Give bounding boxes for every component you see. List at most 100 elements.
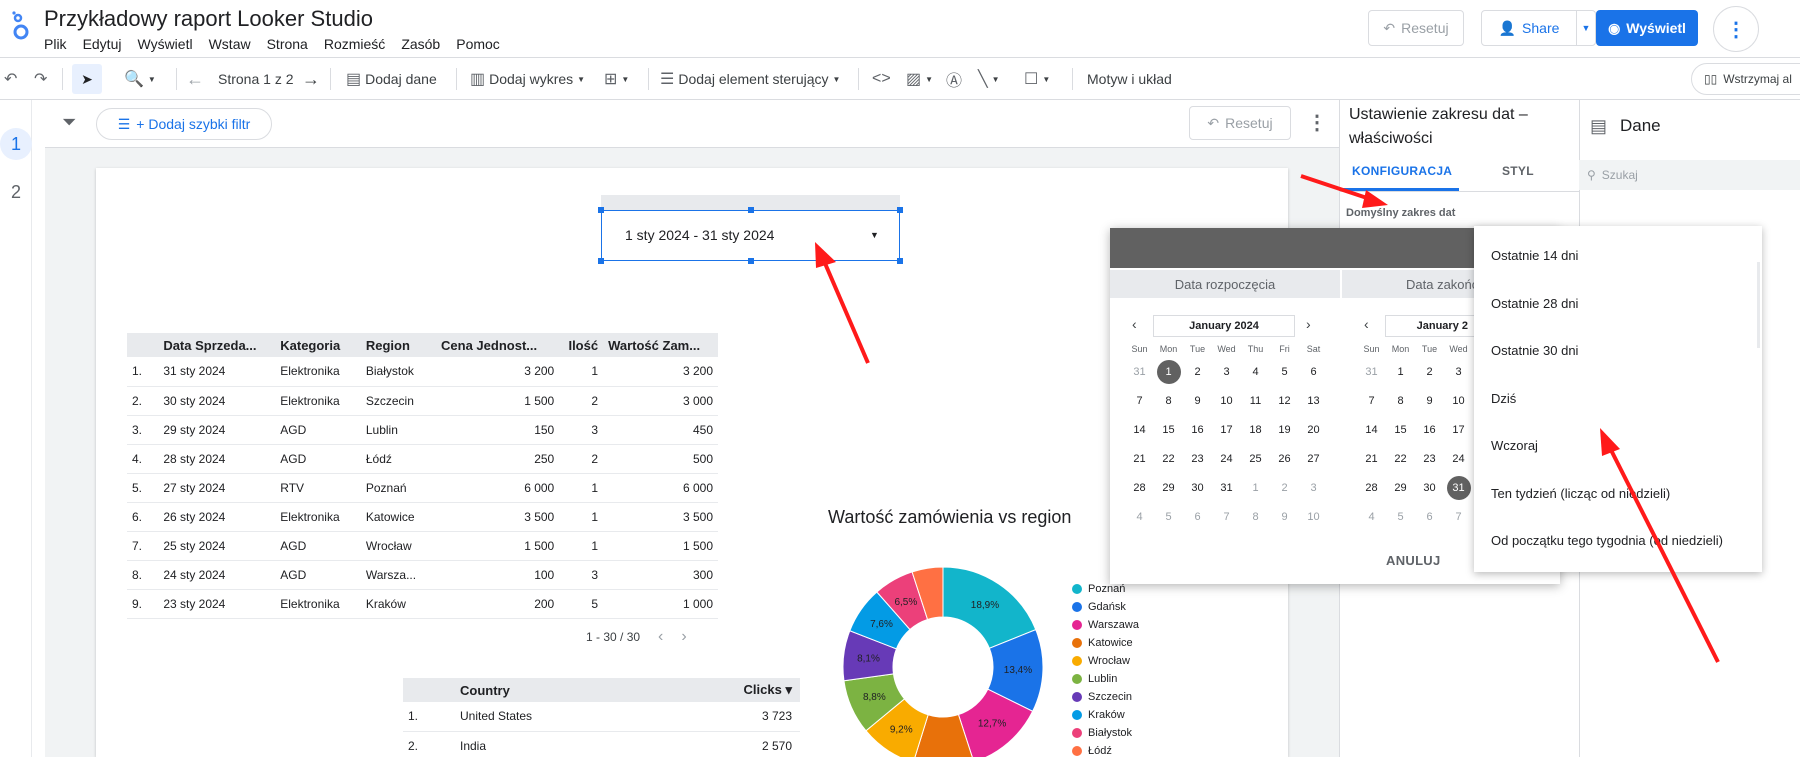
calendar-day[interactable]: 27 bbox=[1299, 445, 1328, 474]
legend-item[interactable]: Wrocław bbox=[1072, 652, 1139, 670]
calendar-day[interactable]: 25 bbox=[1241, 445, 1270, 474]
view-button[interactable]: ◉ Wyświetl bbox=[1596, 10, 1698, 46]
start-month-selector[interactable]: January 2024 bbox=[1153, 315, 1295, 337]
looker-studio-logo-icon[interactable] bbox=[10, 10, 32, 42]
share-button[interactable]: 👤 Share bbox=[1481, 10, 1577, 46]
menu-page[interactable]: Strona bbox=[259, 36, 316, 52]
calendar-day[interactable]: 28 bbox=[1125, 474, 1154, 503]
calendar-day[interactable]: 31 bbox=[1212, 474, 1241, 503]
column-header[interactable]: Clicks ▾ bbox=[652, 678, 800, 702]
calendar-day[interactable]: 7 bbox=[1357, 387, 1386, 416]
menu-view[interactable]: Wyświetl bbox=[129, 36, 200, 52]
table-row[interactable]: 8. 24 sty 2024 AGD Warsza... 100 3 300 bbox=[127, 560, 718, 590]
calendar-day[interactable]: 22 bbox=[1386, 445, 1415, 474]
calendar-day[interactable]: 24 bbox=[1212, 445, 1241, 474]
calendar-day[interactable]: 28 bbox=[1357, 474, 1386, 503]
calendar-day[interactable]: 17 bbox=[1444, 416, 1473, 445]
resize-handle[interactable] bbox=[748, 207, 754, 213]
column-header[interactable]: Country bbox=[455, 678, 653, 702]
legend-item[interactable]: Kraków bbox=[1072, 706, 1139, 724]
calendar-day[interactable]: 3 bbox=[1212, 358, 1241, 387]
calendar-day[interactable]: 20 bbox=[1299, 416, 1328, 445]
calendar-day[interactable]: 2 bbox=[1270, 474, 1299, 503]
preset-option[interactable]: Od początku tego tygodnia (od niedzieli) bbox=[1491, 533, 1723, 548]
calendar-day[interactable]: 8 bbox=[1386, 387, 1415, 416]
resize-handle[interactable] bbox=[598, 258, 604, 264]
calendar-day[interactable]: 6 bbox=[1183, 503, 1212, 532]
next-page-button[interactable]: → bbox=[302, 58, 320, 100]
resize-handle[interactable] bbox=[598, 207, 604, 213]
preset-option[interactable]: Ostatnie 14 dni bbox=[1491, 248, 1578, 263]
calendar-day[interactable]: 4 bbox=[1357, 503, 1386, 532]
table-row[interactable]: 2. 30 sty 2024 Elektronika Szczecin 1 500 2 3 … bbox=[127, 386, 718, 416]
resize-handle[interactable] bbox=[897, 258, 903, 264]
calendar-day[interactable]: 15 bbox=[1386, 416, 1415, 445]
calendar-day[interactable]: 13 bbox=[1299, 387, 1328, 416]
calendar-day[interactable]: 30 bbox=[1183, 474, 1212, 503]
selected-day[interactable]: 1 bbox=[1154, 358, 1183, 387]
undo-button[interactable]: ↶ bbox=[4, 58, 17, 100]
tab-style[interactable]: STYL bbox=[1502, 164, 1534, 178]
calendar-day[interactable]: 19 bbox=[1270, 416, 1299, 445]
table-row[interactable]: 6. 26 sty 2024 Elektronika Katowice 3 500 1 3 … bbox=[127, 502, 718, 532]
cancel-button[interactable]: ANULUJ bbox=[1386, 553, 1441, 568]
page-1-button[interactable]: 1 bbox=[0, 128, 32, 160]
calendar-day[interactable]: 30 bbox=[1415, 474, 1444, 503]
table-row[interactable]: 3. 29 sty 2024 AGD Lublin 150 3 450 bbox=[127, 415, 718, 445]
redo-button[interactable]: ↷ bbox=[34, 58, 47, 100]
calendar-day[interactable]: 18 bbox=[1241, 416, 1270, 445]
column-header[interactable]: Ilość bbox=[559, 333, 604, 357]
table-row[interactable]: 9. 23 sty 2024 Elektronika Kraków 200 5 1 000 bbox=[127, 589, 718, 619]
preset-option[interactable]: Wczoraj bbox=[1491, 438, 1538, 453]
calendar-day[interactable]: 9 bbox=[1415, 387, 1444, 416]
shape-button[interactable]: ☐ ▼ bbox=[1024, 58, 1050, 100]
chevron-left-icon[interactable]: ‹ bbox=[1364, 316, 1369, 332]
line-button[interactable]: ╲ ▼ bbox=[978, 58, 1000, 100]
calendar-day[interactable]: 15 bbox=[1154, 416, 1183, 445]
calendar-day[interactable]: 6 bbox=[1299, 358, 1328, 387]
add-quick-filter-button[interactable]: ☰ + Dodaj szybki filtr bbox=[96, 108, 272, 140]
preset-option[interactable]: Ostatnie 30 dni bbox=[1491, 343, 1578, 358]
calendar-day[interactable]: 4 bbox=[1125, 503, 1154, 532]
calendar-day[interactable]: 17 bbox=[1212, 416, 1241, 445]
calendar-day[interactable]: 16 bbox=[1183, 416, 1212, 445]
chevron-right-icon[interactable]: › bbox=[681, 628, 686, 646]
add-control-button[interactable]: ☰ Dodaj element sterujący ▼ bbox=[660, 58, 840, 100]
calendar-day[interactable]: 5 bbox=[1270, 358, 1299, 387]
legend-item[interactable]: Łódź bbox=[1072, 742, 1139, 757]
table-row[interactable]: 7. 25 sty 2024 AGD Wrocław 1 500 1 1 500 bbox=[127, 531, 718, 561]
legend-item[interactable]: Warszawa bbox=[1072, 616, 1139, 634]
preset-option[interactable]: Dziś bbox=[1491, 391, 1516, 406]
table-row[interactable]: 4. 28 sty 2024 AGD Łódź 250 2 500 bbox=[127, 444, 718, 474]
calendar-day[interactable]: 16 bbox=[1415, 416, 1444, 445]
calendar-day[interactable]: 26 bbox=[1270, 445, 1299, 474]
calendar-day[interactable]: 3 bbox=[1299, 474, 1328, 503]
legend-item[interactable]: Lublin bbox=[1072, 670, 1139, 688]
dropdown-scrollbar[interactable] bbox=[1757, 262, 1760, 348]
calendar-day[interactable]: 22 bbox=[1154, 445, 1183, 474]
calendar-day[interactable]: 9 bbox=[1183, 387, 1212, 416]
calendar-day[interactable]: 31 bbox=[1125, 358, 1154, 387]
menu-file[interactable]: Plik bbox=[44, 36, 75, 52]
previous-page-button[interactable]: ← bbox=[186, 58, 204, 100]
add-data-button[interactable]: ▤ Dodaj dane bbox=[346, 58, 437, 100]
calendar-day[interactable]: 7 bbox=[1125, 387, 1154, 416]
calendar-day[interactable]: 6 bbox=[1415, 503, 1444, 532]
calendar-day[interactable]: 10 bbox=[1444, 387, 1473, 416]
calendar-day[interactable]: 5 bbox=[1386, 503, 1415, 532]
menu-edit[interactable]: Edytuj bbox=[75, 36, 130, 52]
calendar-day[interactable]: 2 bbox=[1415, 358, 1444, 387]
legend-item[interactable]: Gdańsk bbox=[1072, 598, 1139, 616]
calendar-day[interactable]: 2 bbox=[1183, 358, 1212, 387]
calendar-day[interactable]: 29 bbox=[1154, 474, 1183, 503]
calendar-day[interactable]: 8 bbox=[1154, 387, 1183, 416]
table-row[interactable]: 5. 27 sty 2024 RTV Poznań 6 000 1 6 000 bbox=[127, 473, 718, 503]
calendar-day[interactable]: 7 bbox=[1444, 503, 1473, 532]
resize-handle[interactable] bbox=[748, 258, 754, 264]
theme-layout-button[interactable]: Motyw i układ bbox=[1087, 58, 1172, 100]
calendar-day[interactable]: 14 bbox=[1125, 416, 1154, 445]
share-dropdown-button[interactable]: ▼ bbox=[1576, 10, 1596, 46]
select-tool-button[interactable]: ➤ bbox=[72, 64, 102, 94]
data-search-input[interactable]: ⚲ Szukaj bbox=[1579, 160, 1800, 190]
menu-insert[interactable]: Wstaw bbox=[201, 36, 259, 52]
